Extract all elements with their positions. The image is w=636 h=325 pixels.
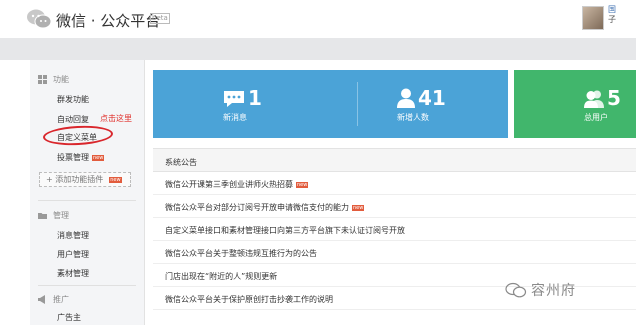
stat-new-followers[interactable]: 41 新增人数: [397, 88, 446, 123]
sidebar-section-function: 功能: [38, 74, 69, 85]
wechat-logo-icon: [27, 9, 52, 29]
announcement-title: 系统公告: [153, 148, 636, 172]
sidebar-divider: [38, 200, 136, 201]
sidebar-item-label: 投票管理: [57, 153, 89, 162]
user-name[interactable]: 国: [608, 5, 636, 15]
sidebar-item-messages[interactable]: 消息管理: [57, 230, 89, 241]
sidebar-item-materials[interactable]: 素材管理: [57, 268, 89, 279]
announcement-text[interactable]: 自定义菜单接口和素材管理接口向第三方平台旗下未认证订阅号开放: [165, 226, 405, 235]
announcement-text[interactable]: 微信公众平台关于整顿违规互推行为的公告: [165, 249, 317, 258]
stat-value: 41: [418, 86, 446, 110]
add-plugin-label: + 添加功能插件: [46, 175, 104, 184]
wechat-watermark-icon: [505, 282, 527, 298]
header-divider-band: [0, 38, 636, 60]
sidebar-item-users[interactable]: 用户管理: [57, 249, 89, 260]
stat-total-users[interactable]: 5 总用户: [584, 88, 621, 123]
stat-label: 新消息: [223, 113, 247, 122]
users-icon: [584, 90, 604, 108]
announcement-text[interactable]: 微信公众平台对部分订阅号开放申请微信支付的能力: [165, 203, 349, 212]
new-badge: new: [296, 181, 309, 188]
user-sub: 子: [608, 15, 616, 24]
chat-icon: [224, 91, 244, 107]
new-badge: new: [92, 154, 105, 161]
sidebar-section-label: 功能: [53, 75, 69, 84]
sidebar-item-auto-reply[interactable]: 自动回复: [57, 114, 89, 125]
announcement-row[interactable]: 微信公众平台关于整顿违规互推行为的公告: [153, 241, 636, 264]
grid-icon: [38, 75, 47, 84]
stat-value: 5: [607, 86, 621, 110]
add-plugin-button[interactable]: + 添加功能插件 new: [39, 172, 131, 187]
sidebar-section-promo: 推广: [38, 294, 69, 305]
watermark-text: 容州府: [531, 283, 576, 299]
stat-label: 总用户: [584, 113, 608, 122]
folder-icon: [38, 213, 47, 219]
stat-label: 新增人数: [397, 113, 429, 122]
announcement-row[interactable]: 微信公众平台对部分订阅号开放申请微信支付的能力 new: [153, 195, 636, 218]
sidebar-divider: [38, 285, 136, 286]
stat-new-messages[interactable]: 1 新消息: [223, 88, 262, 123]
announcement-text[interactable]: 微信公开课第三季创业讲师火热招募: [165, 180, 293, 189]
user-icon: [397, 88, 415, 108]
sidebar-section-label: 管理: [53, 211, 69, 220]
avatar[interactable]: [582, 6, 604, 30]
announcement-row[interactable]: 自定义菜单接口和素材管理接口向第三方平台旗下未认证订阅号开放: [153, 218, 636, 241]
sidebar-section-label: 推广: [53, 295, 69, 304]
beta-badge: beta: [150, 13, 170, 24]
announcement-row[interactable]: 微信公开课第三季创业讲师火热招募 new: [153, 172, 636, 195]
page-title: 微信 · 公众平台: [56, 12, 161, 30]
stats-card-total: 5 总用户: [514, 70, 636, 138]
stats-card: 1 新消息 41 新增人数: [153, 70, 508, 138]
sidebar: 功能 群发功能 自动回复 点击这里 自定义菜单 投票管理 new + 添加功能插件…: [30, 60, 145, 325]
watermark: 容州府: [505, 280, 576, 300]
sidebar-item-mass-send[interactable]: 群发功能: [57, 94, 89, 105]
click-here-annotation: 点击这里: [100, 114, 132, 123]
announcement-text[interactable]: 门店出现在“附近的人”规则更新: [165, 272, 277, 281]
sidebar-item-advertiser[interactable]: 广告主: [57, 312, 81, 323]
top-header: 微信 · 公众平台 beta 国 子: [0, 0, 636, 38]
stat-divider: [357, 82, 358, 126]
megaphone-icon: [38, 295, 45, 304]
sidebar-item-vote[interactable]: 投票管理 new: [57, 152, 105, 163]
new-badge: new: [109, 176, 122, 183]
user-info[interactable]: 国 子: [608, 5, 636, 25]
highlight-ellipse: [42, 124, 114, 147]
stat-value: 1: [248, 86, 262, 110]
new-badge: new: [352, 204, 365, 211]
announcement-text[interactable]: 微信公众平台关于保护原创打击抄袭工作的说明: [165, 295, 333, 304]
wechat-mp-dashboard: 微信 · 公众平台 beta 国 子 功能 群发功能 自动回复 点击这里 自定义…: [0, 0, 636, 325]
sidebar-section-manage: 管理: [38, 210, 69, 221]
